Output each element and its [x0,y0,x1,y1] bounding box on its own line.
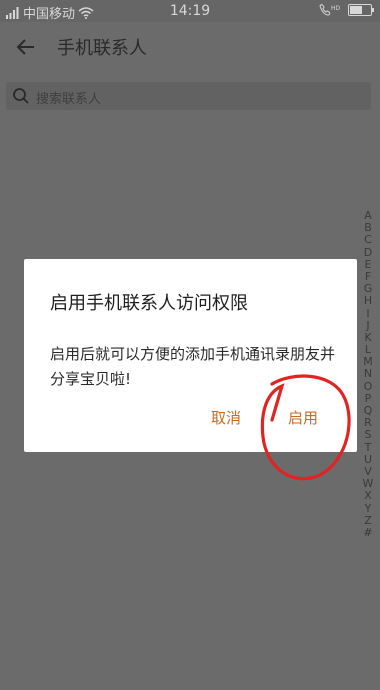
cancel-button[interactable]: 取消 [211,407,241,428]
index-letter[interactable]: D [361,246,375,259]
index-letter[interactable]: Y [361,502,375,515]
enable-button[interactable]: 启用 [288,407,318,428]
index-letter[interactable]: T [361,441,375,454]
index-letter[interactable]: I [361,307,375,320]
app-header: 手机联系人 [0,22,380,72]
search-input[interactable]: 搜索联系人 [36,88,101,107]
hd-badge: HD [331,5,341,12]
alphabet-index[interactable]: A B C D E F G H I J K L M N O P Q R S T U V W X Y Z # [361,209,375,539]
dialog-message: 启用后就可以方便的添加手机通讯录朋友并分享宝贝啦! [50,345,336,388]
search-icon [13,88,29,104]
permission-dialog: 启用手机联系人访问权限 启用后就可以方便的添加手机通讯录朋友并分享宝贝啦! 取消… [24,259,357,452]
dialog-title: 启用手机联系人访问权限 [50,293,248,314]
status-bar: 中国移动 14:19 HD [0,0,380,22]
battery-icon [348,3,374,16]
search-box[interactable]: 搜索联系人 [6,82,371,110]
status-right: HD [318,3,374,16]
index-letter[interactable]: S [361,429,375,441]
index-letter[interactable]: N [361,368,375,380]
arrow-left-icon[interactable] [14,35,38,59]
index-letter[interactable]: # [361,526,375,539]
phone-hd-icon: HD [319,4,341,16]
index-letter[interactable]: H [361,295,375,307]
index-letter[interactable]: O [361,380,375,393]
index-letter[interactable]: C [361,234,375,246]
page-title: 手机联系人 [57,38,147,59]
index-letter[interactable]: X [361,490,375,502]
